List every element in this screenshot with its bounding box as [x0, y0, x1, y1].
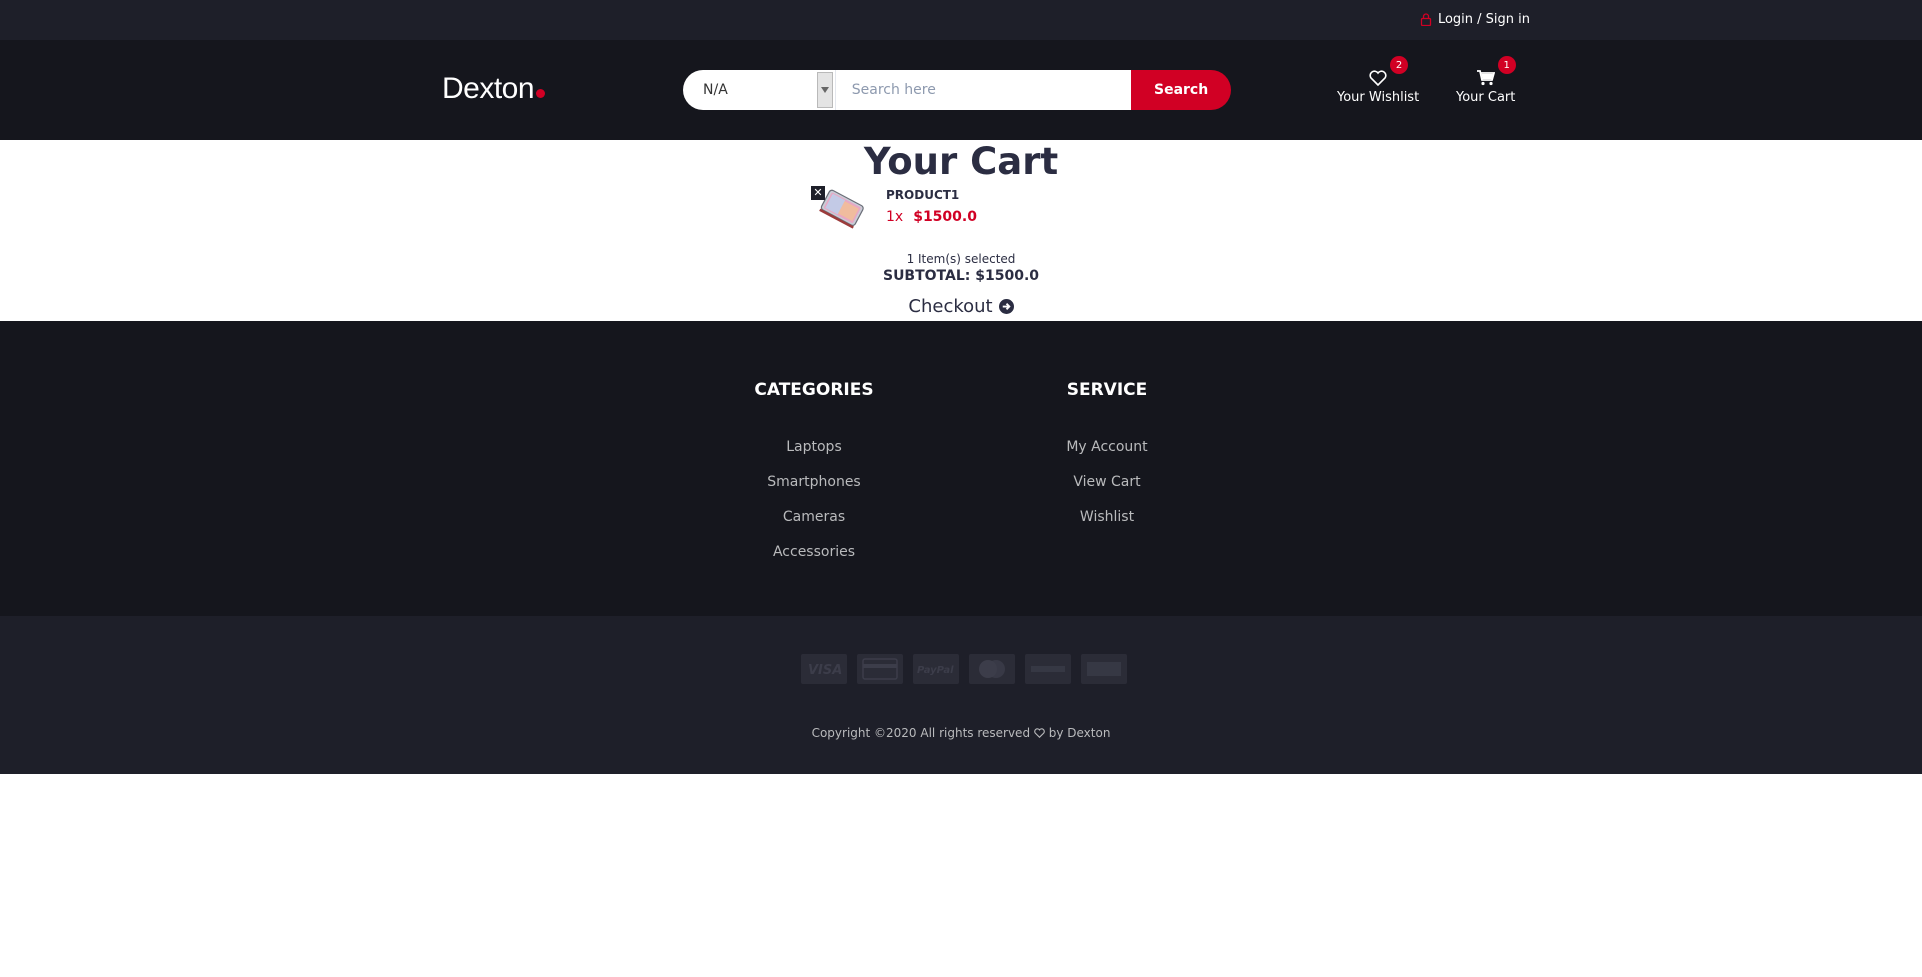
svg-text:PayPal: PayPal: [917, 665, 954, 676]
lock-icon: [1420, 13, 1432, 26]
cart-page: Your Cart ✕ PRODUCT1 1x $1500.0 1 Item(s)…: [0, 140, 1922, 321]
payment-methods: VISA PayPal: [801, 654, 1127, 684]
shopping-cart-icon: 1: [1476, 56, 1516, 88]
login-label: Login / Sign in: [1437, 12, 1530, 27]
product-price: 1x $1500.0: [886, 209, 977, 225]
subtotal: SUBTOTAL: $1500.0: [882, 268, 1040, 284]
footer-categories: CATEGORIES Laptops Smartphones Cameras A…: [714, 380, 914, 570]
footer-link-smartphones[interactable]: Smartphones: [714, 465, 914, 500]
copyright-prefix: Copyright ©2020 All rights reserved: [811, 726, 1031, 740]
product-price-value: $1500.0: [913, 209, 977, 225]
cart-count-badge: 1: [1497, 56, 1516, 74]
wishlist-label: Your Wishlist: [1337, 90, 1420, 105]
logo-text: Dexton: [442, 72, 535, 105]
top-bar: Login / Sign in: [0, 0, 1922, 40]
arrow-circle-right-icon: [998, 299, 1014, 314]
svg-text:VISA: VISA: [808, 663, 842, 677]
footer-service: SERVICE My Account View Cart Wishlist: [1007, 380, 1207, 535]
cart-item: ✕ PRODUCT1 1x $1500.0: [811, 186, 1012, 238]
login-link[interactable]: Login / Sign in: [1420, 12, 1530, 27]
mastercard-icon: [969, 654, 1015, 684]
footer-link-my-account[interactable]: My Account: [1007, 430, 1207, 465]
copyright-suffix: by Dexton: [1048, 726, 1111, 740]
category-select-value: N/A: [703, 82, 728, 98]
items-selected-count: 1 Item(s) selected: [906, 252, 1016, 266]
search-button[interactable]: Search: [1131, 70, 1231, 110]
visa-icon: VISA: [801, 654, 847, 684]
footer-link-cameras[interactable]: Cameras: [714, 500, 914, 535]
logo[interactable]: Dexton: [442, 72, 546, 106]
cart-summary: 1 Item(s) selected SUBTOTAL: $1500.0: [0, 252, 1922, 284]
logo-dot: [536, 89, 546, 98]
footer-link-view-cart[interactable]: View Cart: [1007, 465, 1207, 500]
heart-icon: 2: [1368, 56, 1409, 88]
wishlist-link[interactable]: 2 Your Wishlist: [1337, 56, 1420, 105]
wishlist-count-badge: 2: [1390, 56, 1409, 74]
category-select[interactable]: N/A: [683, 70, 836, 110]
heart-icon: [1034, 728, 1045, 739]
search-form: N/A Search: [683, 70, 1231, 110]
product-name[interactable]: PRODUCT1: [886, 188, 959, 202]
cart-label: Your Cart: [1456, 90, 1516, 105]
remove-item-button[interactable]: ✕: [811, 186, 825, 200]
footer: CATEGORIES Laptops Smartphones Cameras A…: [0, 321, 1922, 616]
checkout-label: Checkout: [908, 296, 993, 317]
footer-categories-title: CATEGORIES: [754, 380, 874, 400]
footer-link-laptops[interactable]: Laptops: [714, 430, 914, 465]
credit-card-icon: [857, 654, 903, 684]
footer-service-title: SERVICE: [1066, 380, 1148, 400]
product-quantity: 1x: [886, 209, 904, 225]
cart-link[interactable]: 1 Your Cart: [1456, 56, 1516, 105]
discover-icon: [1025, 654, 1071, 684]
paypal-icon: PayPal: [913, 654, 959, 684]
header: Dexton N/A Search 2 Your Wishlist 1 Your…: [0, 40, 1922, 140]
footer-link-wishlist[interactable]: Wishlist: [1007, 500, 1207, 535]
footer-link-accessories[interactable]: Accessories: [714, 535, 914, 570]
chevron-down-icon[interactable]: [816, 72, 833, 108]
amex-icon: [1081, 654, 1127, 684]
bottom-footer: VISA PayPal Copyright ©2020 All rights r…: [0, 616, 1922, 774]
search-input[interactable]: [835, 70, 1132, 110]
copyright: Copyright ©2020 All rights reserved by D…: [0, 726, 1922, 740]
checkout-button[interactable]: Checkout: [0, 296, 1922, 317]
page-title: Your Cart: [863, 140, 1059, 183]
